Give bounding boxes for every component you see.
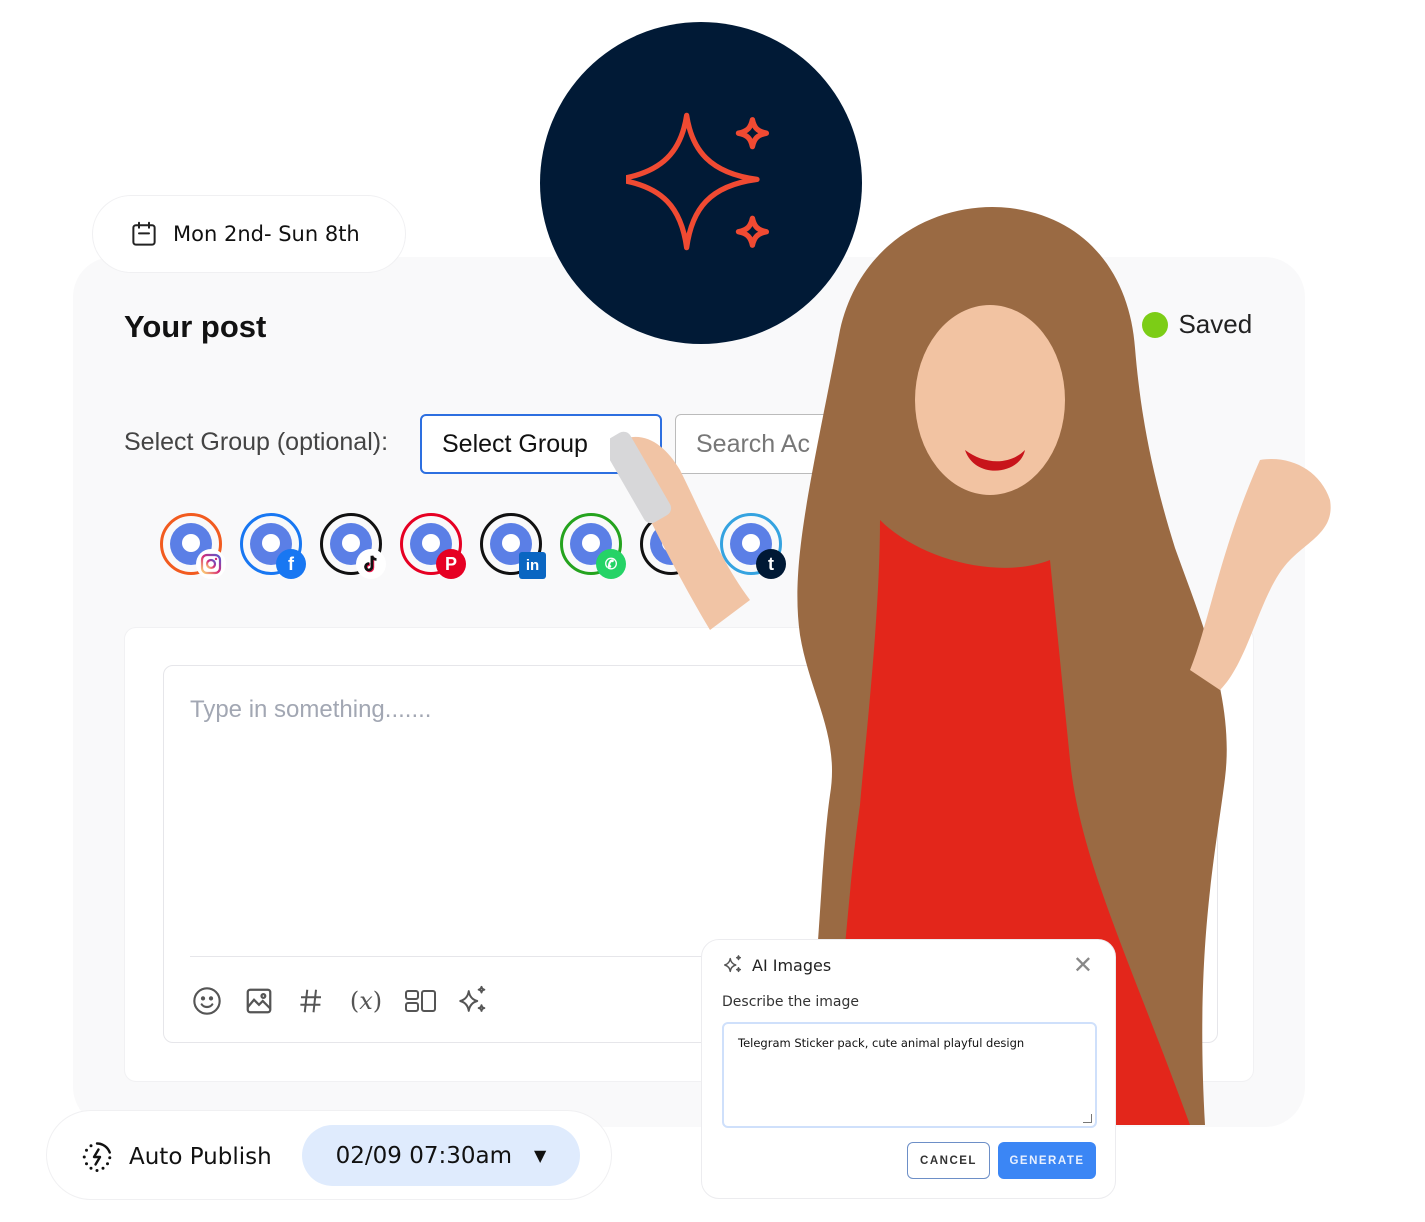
emoji-icon[interactable] <box>190 983 224 1019</box>
auto-publish-bar: Auto Publish 02/09 07:30am ▼ <box>46 1110 612 1200</box>
account-facebook[interactable]: f <box>240 513 306 579</box>
variable-icon[interactable]: (x) <box>346 983 386 1019</box>
editor-placeholder: Type in something....... <box>190 696 432 723</box>
facebook-icon: f <box>276 549 306 579</box>
auto-publish-label: Auto Publish <box>129 1144 272 1170</box>
generate-button[interactable]: GENERATE <box>998 1142 1096 1179</box>
publish-datetime-dropdown[interactable]: 02/09 07:30am ▼ <box>302 1125 580 1186</box>
pinterest-icon: P <box>436 549 466 579</box>
account-pinterest[interactable]: P <box>400 513 466 579</box>
hashtag-icon[interactable] <box>294 983 328 1019</box>
caret-down-icon: ▼ <box>534 1146 547 1165</box>
account-linkedin[interactable]: in <box>480 513 546 579</box>
ai-images-title: AI Images <box>752 955 832 975</box>
account-tiktok[interactable] <box>320 513 386 579</box>
tiktok-icon <box>356 549 386 579</box>
image-prompt-value: Telegram Sticker pack, cute animal playf… <box>738 1036 1025 1050</box>
layout-icon[interactable] <box>404 983 438 1019</box>
close-icon[interactable]: ✕ <box>1073 954 1093 978</box>
describe-image-label: Describe the image <box>722 994 860 1010</box>
account-instagram[interactable] <box>160 513 226 579</box>
auto-publish-icon <box>82 1142 112 1172</box>
date-range-pill[interactable]: Mon 2nd- Sun 8th <box>92 195 406 273</box>
linkedin-icon: in <box>519 552 546 579</box>
page-title: Your post <box>124 309 267 344</box>
image-prompt-textarea[interactable]: Telegram Sticker pack, cute animal playf… <box>722 1022 1097 1128</box>
instagram-icon <box>196 549 226 579</box>
image-icon[interactable] <box>242 983 276 1019</box>
date-range-label: Mon 2nd- Sun 8th <box>173 222 360 246</box>
select-group-label: Select Group (optional): <box>124 428 389 456</box>
calendar-icon <box>132 221 156 246</box>
cancel-button[interactable]: CANCEL <box>907 1142 990 1179</box>
ai-sparkles-icon[interactable] <box>456 983 490 1019</box>
resize-handle[interactable] <box>1083 1114 1092 1123</box>
ai-sparkles-icon <box>724 955 742 973</box>
ai-images-dialog: AI Images ✕ Describe the image Telegram … <box>701 939 1116 1199</box>
editor-toolbar: (x) <box>190 983 490 1019</box>
publish-datetime-value: 02/09 07:30am <box>335 1142 513 1169</box>
